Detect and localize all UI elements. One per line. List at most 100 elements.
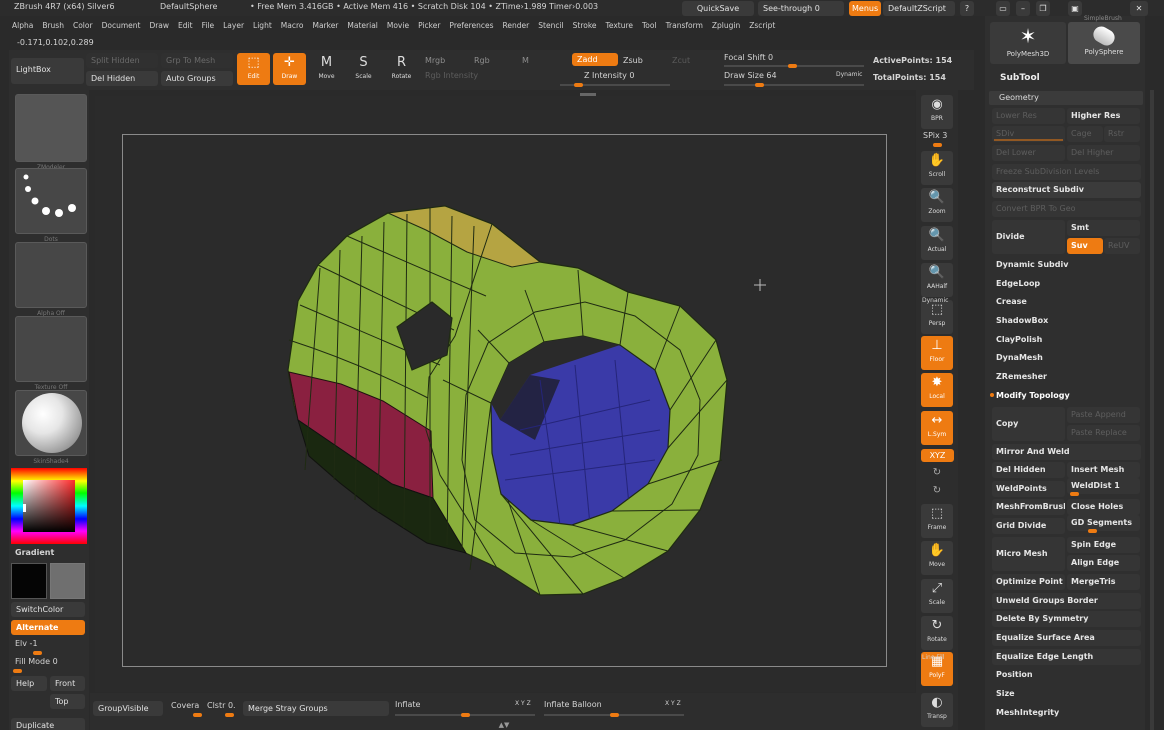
draw-size-track[interactable] [724,84,864,86]
menu-item-macro[interactable]: Macro [281,21,304,30]
convert-bpr-button[interactable]: Convert BPR To Geo [992,201,1141,217]
restore-icon[interactable]: ❐ [1036,1,1050,16]
inflate-slider[interactable]: Inflate [395,700,420,709]
move-mode-button[interactable]: M Move [310,53,343,85]
z-intensity-slider[interactable]: Z Intensity 0 [584,71,634,80]
elv-slider[interactable]: Elv -1 [15,639,38,648]
unweld-groups-border-button[interactable]: Unweld Groups Border [992,593,1141,609]
view-button-scale[interactable]: ⤢ Scale [921,579,953,613]
zadd-toggle[interactable]: Zadd [572,53,618,66]
dynamesh-section[interactable]: DynaMesh [992,350,1141,366]
rgb-toggle[interactable]: Rgb [474,56,490,65]
zremesher-section[interactable]: ZRemesher [992,369,1141,385]
main-color-swatch[interactable] [11,563,47,599]
weldpoints-button[interactable]: WeldPoints [992,481,1065,497]
menu-item-color[interactable]: Color [73,21,93,30]
draw-size-knob[interactable] [755,83,764,87]
align-edge-button[interactable]: Align Edge [1067,555,1140,571]
see-through-slider[interactable]: See-through 0 [758,1,844,16]
stroke-thumbnail[interactable]: Dots [15,168,87,243]
lower-res-button[interactable]: Lower Res [992,108,1065,124]
rotate-axis-icon-2[interactable]: ↻ [928,485,946,499]
spix-slider[interactable]: SPix 3 [923,131,947,140]
color-picker[interactable] [11,468,87,544]
shadowbox-section[interactable]: ShadowBox [992,313,1141,329]
menu-item-picker[interactable]: Picker [418,21,440,30]
coverage-knob[interactable] [193,713,202,717]
focal-shift-slider[interactable]: Focal Shift 0 [724,53,773,62]
zsub-toggle[interactable]: Zsub [623,56,643,65]
fill-mode-slider[interactable]: Fill Mode 0 [15,657,58,666]
crease-section[interactable]: Crease [992,294,1141,310]
view-button-aahalf[interactable]: 🔍 AAHalf [921,263,953,297]
freeze-subdivision-button[interactable]: Freeze SubDivision Levels [992,164,1141,180]
equalize-edge-length-button[interactable]: Equalize Edge Length [992,649,1141,665]
zcut-toggle[interactable]: Zcut [672,56,690,65]
bottom-scroll-arrows[interactable]: ▲▼ [494,721,514,729]
clstr-slider[interactable]: Clstr 0. [207,701,236,710]
duplicate-button[interactable]: Duplicate [11,718,85,730]
mergetris-button[interactable]: MergeTris [1067,574,1140,590]
minimize-icon[interactable]: – [1016,1,1030,16]
size-section[interactable]: Size [992,686,1141,702]
menu-item-layer[interactable]: Layer [223,21,244,30]
view-button-transp[interactable]: ◐ Transp [921,693,953,727]
edgeloop-section[interactable]: EdgeLoop [992,276,1141,292]
groupvisible-button[interactable]: GroupVisible [93,701,163,716]
mirror-and-weld-button[interactable]: Mirror And Weld [992,444,1141,460]
inflate-balloon-slider[interactable]: Inflate Balloon [544,700,602,709]
rstr-button[interactable]: Rstr [1104,126,1140,142]
help-button[interactable]: Help [11,676,47,691]
spix-knob[interactable] [933,143,942,147]
view-button-scroll[interactable]: ✋ Scroll [921,151,953,185]
view-button-move[interactable]: ✋ Move [921,541,953,575]
rotate-mode-button[interactable]: R Rotate [385,53,418,85]
menu-item-zplugin[interactable]: Zplugin [712,21,740,30]
optimize-point-button[interactable]: Optimize Point [992,574,1065,590]
saturation-square[interactable] [23,480,75,532]
view-button-persp[interactable]: ⬚ Persp [921,300,953,334]
geometry-header[interactable]: Geometry [989,91,1143,105]
save-icon[interactable]: ▣ [1068,1,1082,16]
clstr-knob[interactable] [225,713,234,717]
insert-mesh-button[interactable]: Insert Mesh [1067,462,1140,478]
fill-mode-knob[interactable] [13,669,22,673]
alternate-button[interactable]: Alternate [11,620,85,635]
front-view-button[interactable]: Front [50,676,85,691]
menu-item-brush[interactable]: Brush [42,21,64,30]
z-intensity-knob[interactable] [574,83,583,87]
m-toggle[interactable]: M [522,56,529,65]
grid-divide-button[interactable]: Grid Divide [992,518,1065,534]
elv-knob[interactable] [33,651,42,655]
menu-item-document[interactable]: Document [102,21,141,30]
del-hidden-tool-button[interactable]: Del Hidden [992,462,1065,478]
alpha-thumbnail[interactable]: Alpha Off [15,242,87,317]
menu-item-marker[interactable]: Marker [312,21,338,30]
menu-item-edit[interactable]: Edit [178,21,193,30]
equalize-surface-area-button[interactable]: Equalize Surface Area [992,630,1141,646]
view-button-zoom[interactable]: 🔍 Zoom [921,188,953,222]
dynamic-toggle[interactable]: Dynamic [836,71,862,78]
menu-item-stroke[interactable]: Stroke [573,21,597,30]
micro-mesh-button[interactable]: Micro Mesh [992,537,1065,571]
menu-item-material[interactable]: Material [347,21,377,30]
menu-item-zscript[interactable]: Zscript [749,21,775,30]
reconstruct-subdiv-button[interactable]: Reconstruct Subdiv [992,182,1141,198]
quicksave-button[interactable]: QuickSave [682,1,754,16]
rotate-axis-icon[interactable]: ↻ [928,467,946,481]
switchcolor-button[interactable]: SwitchColor [11,602,85,617]
draw-size-slider[interactable]: Draw Size 64 [724,71,777,80]
texture-thumbnail[interactable]: Texture Off [15,316,87,391]
meshintegrity-section[interactable]: MeshIntegrity [992,705,1141,721]
default-zscript-button[interactable]: DefaultZScript [883,1,955,16]
draw-mode-button[interactable]: ✛ Draw [273,53,306,85]
cage-button[interactable]: Cage [1067,126,1103,142]
view-button-local[interactable]: ✸ Local [921,373,953,407]
menu-item-preferences[interactable]: Preferences [449,21,493,30]
spin-edge-button[interactable]: Spin Edge [1067,537,1140,553]
close-holes-button[interactable]: Close Holes [1067,499,1140,515]
layout-icon[interactable]: ▭ [996,1,1010,16]
xyz-symmetry-button[interactable]: XYZ [921,449,954,462]
view-button-rotate[interactable]: ↻ Rotate [921,616,953,650]
copy-button[interactable]: Copy [992,407,1065,441]
